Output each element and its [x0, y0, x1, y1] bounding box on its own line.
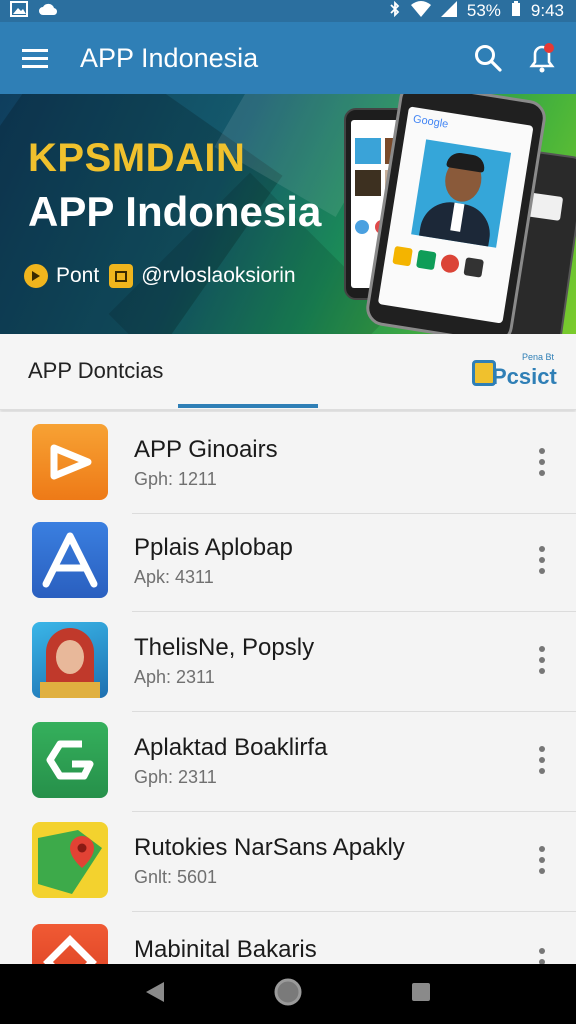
brand-logo: Pena Bt Pcsict [470, 350, 562, 394]
status-bar: 53% 9:43 [0, 0, 576, 22]
list-item[interactable]: Pplais Aplobap Apk: 4311 [0, 510, 576, 612]
app-meta: Apk: 4311 [134, 567, 214, 587]
image-notification-icon [10, 0, 28, 22]
portrait-icon [32, 622, 108, 698]
play-icon [32, 424, 108, 500]
tab-bar: APP Dontcias Pena Bt Pcsict [0, 334, 576, 410]
app-name: ThelisNe, Popsly [134, 634, 315, 661]
hero-kicker: KPSMDAIN [28, 136, 246, 180]
app-name: Mabinital Bakaris [134, 936, 317, 963]
signal-icon [440, 0, 457, 22]
recents-square-icon [412, 982, 431, 1001]
hero-meta-left: Pont [56, 264, 100, 287]
tab-indicator [178, 404, 318, 408]
list-item[interactable]: APP Ginoairs Gph: 1211 [0, 412, 576, 514]
list-item[interactable]: Mabinital Bakaris [0, 912, 576, 964]
hero-meta-right: @rvloslaoksiorin [141, 264, 296, 287]
bell-icon [529, 43, 555, 73]
app-bar: APP Indonesia [0, 22, 576, 94]
clock: 9:43 [530, 1, 564, 20]
a-letter-icon [32, 522, 108, 598]
home-circle-icon [274, 978, 302, 1005]
g-shape-icon [32, 722, 108, 798]
wifi-icon [410, 0, 431, 22]
app-meta: Gnlt: 5601 [134, 867, 218, 887]
hero-banner[interactable]: KPSMDAIN APP Indonesia Pont @rvloslaoksi… [0, 94, 576, 334]
tag-badge-icon [109, 264, 134, 288]
list-item[interactable]: Rutokies NarSans Apakly Gnlt: 5601 [0, 810, 576, 912]
more-options-button[interactable] [528, 740, 556, 780]
phone-screen-label: Google [412, 113, 450, 131]
app-meta: Gph: 2311 [134, 767, 217, 787]
brand-logo-text: Pcsict [492, 364, 557, 389]
hero-title: APP Indonesia [28, 188, 322, 235]
battery-percent: 53% [466, 1, 501, 20]
more-options-button[interactable] [528, 442, 556, 482]
recents-button[interactable] [410, 981, 432, 1008]
app-meta: Aph: 2311 [134, 667, 215, 687]
battery-icon [511, 0, 521, 22]
system-nav-bar [0, 964, 576, 1024]
more-options-button[interactable] [528, 942, 556, 964]
more-options-button[interactable] [528, 540, 556, 580]
hero-meta: Pont @rvloslaoksiorin [24, 264, 296, 288]
tab-active[interactable]: APP Dontcias [28, 358, 163, 384]
brand-logo-small: Pena Bt [522, 352, 555, 362]
app-name: Rutokies NarSans Apakly [134, 834, 405, 861]
back-triangle-icon [145, 981, 164, 1002]
hamburger-menu-icon [22, 49, 48, 68]
list-item[interactable]: Aplaktad Boaklirfa Gph: 2311 [0, 710, 576, 812]
search-button[interactable] [460, 22, 516, 94]
search-icon [475, 45, 502, 72]
app-name: APP Ginoairs [134, 436, 278, 463]
bluetooth-icon [389, 0, 401, 22]
cloud-notification-icon [38, 1, 58, 22]
play-badge-icon [24, 264, 48, 288]
app-name: Pplais Aplobap [134, 534, 293, 561]
back-button[interactable] [144, 980, 166, 1009]
list-item[interactable]: ThelisNe, Popsly Aph: 2311 [0, 610, 576, 712]
diamond-icon [32, 924, 108, 964]
map-pin-icon [32, 822, 108, 898]
app-meta: Gph: 1211 [134, 469, 217, 489]
app-name: Aplaktad Boaklirfa [134, 734, 328, 761]
notifications-button[interactable] [516, 22, 568, 94]
app-list: APP Ginoairs Gph: 1211 Pplais Aplobap Ap… [0, 412, 576, 964]
more-options-button[interactable] [528, 840, 556, 880]
home-button[interactable] [273, 977, 303, 1012]
person-photo-icon [411, 139, 512, 248]
more-options-button[interactable] [528, 640, 556, 680]
app-title: APP Indonesia [80, 42, 259, 73]
menu-button[interactable] [0, 22, 70, 94]
